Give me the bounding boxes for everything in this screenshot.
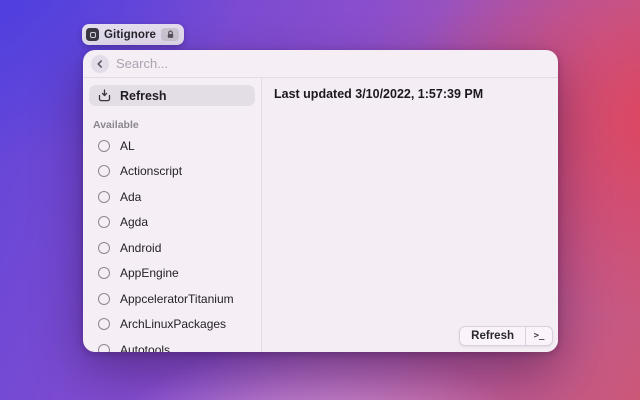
unselected-circle-icon — [98, 242, 110, 254]
list-item-label: ArchLinuxPackages — [120, 317, 226, 331]
search-input[interactable] — [116, 56, 558, 71]
list-item-label: Agda — [120, 215, 148, 229]
sidebar-item-refresh[interactable]: Refresh — [89, 85, 255, 106]
detail-panel: Last updated 3/10/2022, 1:57:39 PM Refre… — [262, 78, 558, 352]
action-bar: Refresh >_ — [459, 326, 553, 346]
section-header-available: Available — [93, 119, 255, 131]
list-item-label: AL — [120, 139, 135, 153]
list-item[interactable]: AppceleratorTitanium — [89, 286, 255, 312]
list-item[interactable]: Ada — [89, 184, 255, 210]
window-content: Refresh Available ALActionscriptAdaAgdaA… — [83, 78, 558, 352]
unselected-circle-icon — [98, 140, 110, 152]
list-item[interactable]: ArchLinuxPackages — [89, 312, 255, 338]
list-item[interactable]: AL — [89, 133, 255, 159]
unselected-circle-icon — [98, 165, 110, 177]
lock-icon — [161, 28, 179, 41]
unselected-circle-icon — [98, 344, 110, 352]
list-item[interactable]: Agda — [89, 210, 255, 236]
unselected-circle-icon — [98, 293, 110, 305]
available-templates-list: AL Actionscript Ada Agda Android AppEngine App… — [89, 133, 255, 352]
download-icon — [98, 89, 111, 102]
last-updated-text: Last updated 3/10/2022, 1:57:39 PM — [274, 87, 483, 101]
list-item-label: AppceleratorTitanium — [120, 292, 234, 306]
list-item-label: Android — [120, 241, 161, 255]
extension-chip-label: Gitignore — [104, 29, 156, 41]
list-item-label: AppEngine — [120, 266, 179, 280]
list-item-label: Autotools — [120, 343, 170, 352]
list-item[interactable]: Android — [89, 235, 255, 261]
search-bar — [83, 50, 558, 78]
list-item-label: Ada — [120, 190, 141, 204]
unselected-circle-icon — [98, 318, 110, 330]
list-item-label: Actionscript — [120, 164, 182, 178]
list-item[interactable]: Actionscript — [89, 159, 255, 185]
list-item[interactable]: AppEngine — [89, 261, 255, 287]
gitignore-window: Refresh Available ALActionscriptAdaAgdaA… — [83, 50, 558, 352]
sidebar-list: Refresh Available ALActionscriptAdaAgdaA… — [83, 78, 261, 352]
unselected-circle-icon — [98, 267, 110, 279]
sidebar-item-label: Refresh — [120, 89, 167, 103]
unselected-circle-icon — [98, 216, 110, 228]
gitignore-extension-icon — [86, 28, 99, 41]
terminal-icon[interactable]: >_ — [526, 327, 552, 345]
back-button[interactable] — [91, 55, 109, 73]
extension-chip[interactable]: Gitignore — [82, 24, 184, 45]
unselected-circle-icon — [98, 191, 110, 203]
chevron-left-icon — [96, 60, 104, 68]
refresh-button[interactable]: Refresh — [460, 327, 525, 345]
list-item[interactable]: Autotools — [89, 337, 255, 352]
